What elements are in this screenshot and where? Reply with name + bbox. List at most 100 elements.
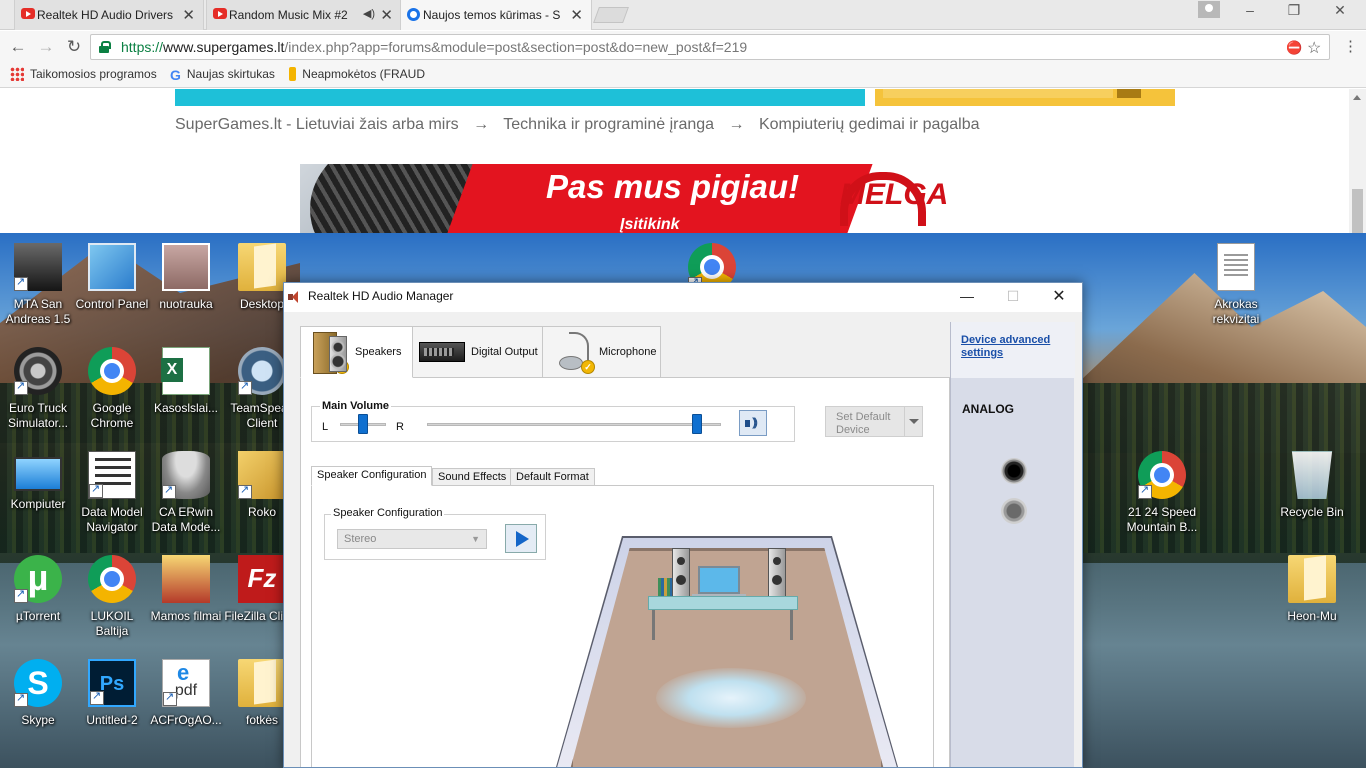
desktop-icon-kasos[interactable]: Kasoslslai... (148, 341, 224, 441)
close-button[interactable]: ✕ (1036, 283, 1082, 312)
bookmark-icon (289, 67, 297, 81)
window-titlebar[interactable]: Realtek HD Audio Manager — ☐ ✕ (284, 283, 1082, 312)
back-button[interactable]: ← (6, 35, 30, 59)
site-search-button[interactable] (1117, 89, 1141, 98)
desktop-icon-recycle-bin[interactable]: Recycle Bin (1274, 445, 1350, 545)
chrome-icon (407, 8, 420, 21)
tab-close-icon[interactable]: ✕ (380, 6, 393, 24)
shortcut-arrow-icon (14, 691, 28, 707)
bookmark-label: Taikomosios programos (30, 67, 157, 81)
grey-jack-icon[interactable] (1001, 498, 1027, 524)
black-jack-icon[interactable] (1001, 458, 1027, 484)
set-default-device-button[interactable]: Set Default Device (825, 406, 923, 437)
profile-icon[interactable] (1198, 1, 1220, 18)
lock-icon (99, 41, 111, 53)
desktop-icon-kompiuter[interactable]: Kompiuter (0, 445, 76, 545)
desktop-icon-nuotrauka[interactable]: nuotrauka (148, 237, 224, 337)
shortcut-arrow-icon (238, 483, 252, 499)
scrollbar-thumb[interactable] (1352, 189, 1363, 233)
desktop-icon-mta[interactable]: MTA San Andreas 1.5 (0, 237, 76, 337)
tab-realtek-drivers[interactable]: Realtek HD Audio Drivers ✕ (14, 0, 204, 30)
play-test-button[interactable] (505, 524, 537, 553)
desktop-icon-data-model-navigator[interactable]: Data Model Navigator (74, 445, 150, 545)
ad-banner[interactable]: Pas mus pigiau! Įsitikink MELGA (300, 164, 1015, 233)
menu-icon[interactable]: ⋮ (1343, 37, 1358, 55)
device-advanced-settings-link[interactable]: Device advanced settings (961, 334, 1075, 360)
desktop-icon-label: Kasoslslai... (153, 401, 219, 415)
chrome-icon (88, 555, 136, 603)
desktop-icon-utorrent[interactable]: µTorrent (0, 549, 76, 649)
tab-speakers[interactable]: ✓ Speakers (300, 326, 413, 378)
bookmark-star-icon[interactable]: ☆ (1307, 38, 1321, 58)
scroll-up-arrow-icon[interactable] (1353, 95, 1361, 100)
breadcrumb-item-home[interactable]: SuperGames.lt - Lietuviai žais arba mirs (175, 116, 459, 133)
desktop-icon-label: Data Model Navigator (81, 505, 143, 534)
tab-label: Digital Output (471, 346, 538, 358)
desktop-icon-skype[interactable]: Skype (0, 653, 76, 753)
desktop-icon-akrokas[interactable]: Akrokas rekvizitai (1198, 237, 1274, 337)
right-channel-label: R (396, 421, 404, 433)
restore-button[interactable]: ❐ (1274, 2, 1314, 26)
folder-icon (1288, 555, 1336, 603)
desktop-icon-lukoil[interactable]: LUKOIL Baltija (74, 549, 150, 649)
desktop-icon-mamos-filmai[interactable]: Mamos filmai (148, 549, 224, 649)
desktop-icon-speed-mountain[interactable]: 21 24 Speed Mountain B... (1124, 445, 1200, 545)
url-text[interactable]: https://www.supergames.lt/index.php?app=… (121, 39, 747, 55)
desktop-icon-ca-erwin[interactable]: CA ERwin Data Mode... (148, 445, 224, 545)
address-bar[interactable]: https://www.supergames.lt/index.php?app=… (90, 34, 1330, 60)
check-icon: ✓ (335, 360, 349, 374)
desktop-icon-acfr-pdf[interactable]: ACFrOgAO... (148, 653, 224, 753)
shortcut-arrow-icon (14, 587, 28, 603)
extension-icon[interactable]: ⛔ (1286, 40, 1302, 56)
bookmark-apps[interactable]: Taikomosios programos (10, 67, 157, 81)
bookmark-fraud[interactable]: Neapmokėtos (FRAUD (289, 67, 425, 81)
bookmark-new-tab[interactable]: G Naujas skirtukas (170, 67, 275, 83)
tab-close-icon[interactable]: ✕ (182, 6, 195, 24)
pdf-icon (162, 659, 210, 707)
mute-speaker-button[interactable] (739, 410, 767, 436)
desktop-icon-label: MTA San Andreas 1.5 (5, 297, 71, 326)
desktop-icon-control-panel[interactable]: Control Panel (74, 237, 150, 337)
minimize-button[interactable]: — (944, 283, 990, 312)
new-tab-button[interactable] (593, 7, 629, 23)
reload-button[interactable]: ↻ (62, 35, 86, 59)
tab-naujos-temos[interactable]: Naujos temos kūrimas - S ✕ (400, 0, 592, 30)
desktop-icon-euro-truck[interactable]: Euro Truck Simulator... (0, 341, 76, 441)
chevron-down-icon[interactable] (904, 407, 922, 436)
main-volume-label: Main Volume (320, 400, 392, 412)
tab-label: Microphone (599, 346, 657, 358)
breadcrumb-separator: → (473, 116, 490, 133)
desktop-icon-heon-mu[interactable]: Heon-Mu (1274, 549, 1350, 649)
shortcut-arrow-icon (14, 379, 28, 395)
balance-slider-thumb[interactable] (358, 414, 368, 434)
speaker-configuration-select[interactable]: Stereo ▼ (337, 529, 487, 549)
maximize-button[interactable]: ☐ (990, 283, 1036, 312)
close-button[interactable]: ✕ (1320, 2, 1360, 26)
tab-default-format[interactable]: Default Format (510, 468, 595, 486)
breadcrumb-item-kompiuteriu[interactable]: Kompiuterių gedimai ir pagalba (759, 116, 980, 133)
right-speaker-image[interactable] (768, 548, 786, 598)
forward-button[interactable]: → (34, 35, 58, 59)
desktop-icon-google-chrome[interactable]: Google Chrome (74, 341, 150, 441)
minimize-button[interactable]: – (1230, 2, 1270, 26)
desk-leg (790, 610, 793, 640)
desktop-icon-untitled-2[interactable]: Untitled-2 (74, 653, 150, 753)
breadcrumb-item-technika[interactable]: Technika ir programinė įranga (503, 116, 714, 133)
tab-speaker-configuration[interactable]: Speaker Configuration (311, 466, 433, 486)
site-search-input[interactable] (883, 89, 1113, 98)
tab-sound-effects[interactable]: Sound Effects (432, 468, 513, 486)
speaker-configuration-group: Speaker Configuration Stereo ▼ (324, 507, 546, 560)
tab-microphone[interactable]: ✓ Microphone (542, 326, 661, 378)
apps-icon (10, 67, 24, 81)
tab-random-music-mix[interactable]: Random Music Mix #2 ◀) ✕ (206, 0, 402, 30)
tab-digital-output[interactable]: Digital Output (412, 326, 543, 378)
tab-close-icon[interactable]: ✕ (570, 6, 583, 24)
document-icon (1217, 243, 1255, 291)
breadcrumb: SuperGames.lt - Lietuviai žais arba mirs… (175, 116, 990, 134)
volume-slider-thumb[interactable] (692, 414, 703, 434)
desk-leg (652, 610, 655, 640)
left-speaker-image[interactable] (672, 548, 690, 598)
volume-slider-track[interactable] (427, 423, 721, 426)
analog-section-label: ANALOG (962, 402, 1014, 416)
desktop-icon-label: Untitled-2 (86, 713, 138, 727)
